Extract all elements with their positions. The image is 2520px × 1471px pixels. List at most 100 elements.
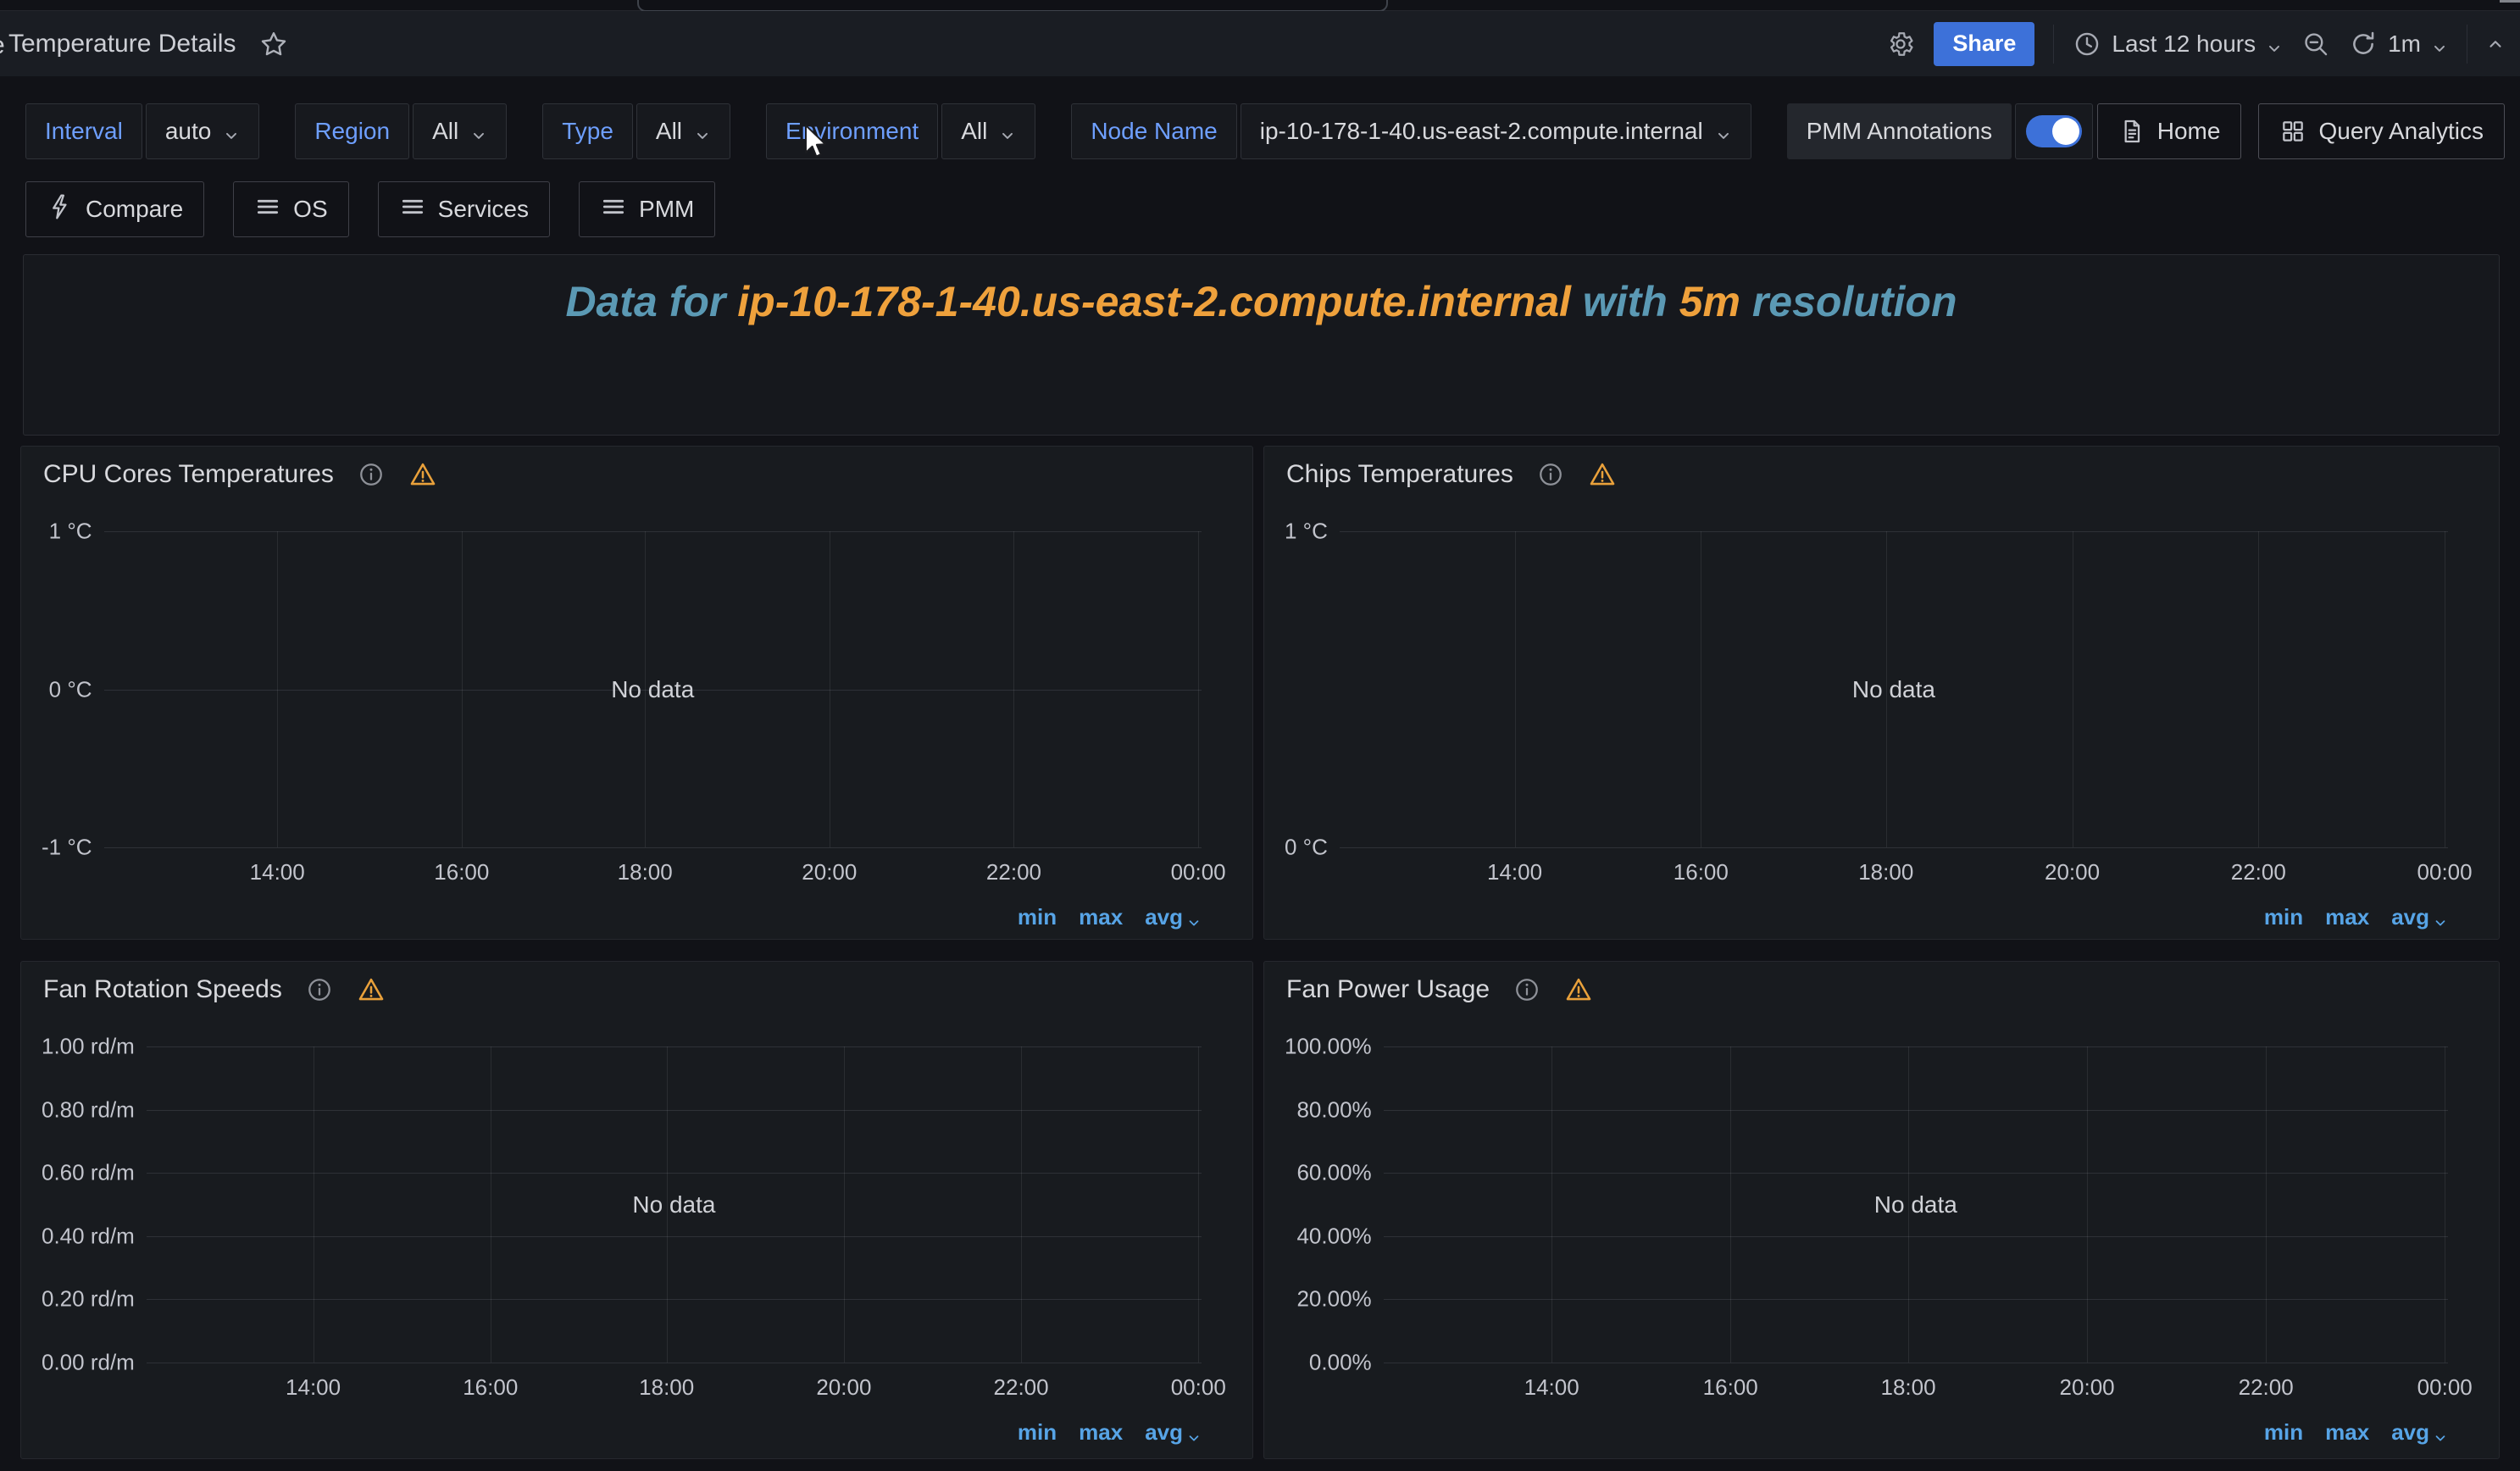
favorite-star-icon[interactable] xyxy=(259,30,288,58)
compare-button[interactable]: Compare xyxy=(25,181,204,237)
warning-icon[interactable] xyxy=(408,460,437,489)
panel-cpu-cores-temperatures: CPU Cores Temperatures-1 °C1 °C0 °C-1 °C… xyxy=(20,446,1253,940)
warning-icon[interactable] xyxy=(357,975,386,1004)
y-tick-label: 0.00% xyxy=(1309,1350,1372,1376)
x-tick-label: 14:00 xyxy=(1487,859,1542,885)
h-gridline xyxy=(1384,1173,2448,1174)
quick-links-bar: Compare OS Services PMM xyxy=(25,181,715,237)
legend-item-min[interactable]: min xyxy=(2264,1419,2303,1446)
legend-item-max[interactable]: max xyxy=(1079,904,1123,930)
home-button[interactable]: Home xyxy=(2097,103,2242,159)
zoom-out-icon[interactable] xyxy=(2301,30,2330,58)
x-tick-label: 20:00 xyxy=(802,859,857,885)
x-tick-label: 14:00 xyxy=(250,859,305,885)
variable-value-region[interactable]: All xyxy=(413,103,507,159)
variable-selected-value: All xyxy=(432,118,458,145)
variable-selected-value: auto xyxy=(165,118,212,145)
panel-title-fan-power-usage[interactable]: Fan Power Usage xyxy=(1286,975,1490,1004)
search-bar-clipped[interactable] xyxy=(637,0,1388,12)
page-title[interactable]: Temperature Details xyxy=(8,30,236,58)
y-tick-label: 0 °C xyxy=(1285,835,1328,861)
info-icon[interactable] xyxy=(1513,976,1540,1003)
services-button[interactable]: Services xyxy=(378,181,550,237)
legend-item-min[interactable]: min xyxy=(1018,904,1057,930)
v-gridline xyxy=(1551,1046,1552,1363)
menu-icon xyxy=(399,193,426,226)
info-icon[interactable] xyxy=(306,976,333,1003)
services-button-label: Services xyxy=(438,196,529,223)
variable-value-environment[interactable]: All xyxy=(941,103,1035,159)
x-tick-label: 20:00 xyxy=(2045,859,2100,885)
h-gridline xyxy=(147,1046,1202,1047)
variable-label-node-name[interactable]: Node Name xyxy=(1071,103,1236,159)
info-icon[interactable] xyxy=(1537,461,1564,488)
x-tick-label: 20:00 xyxy=(2060,1374,2115,1401)
panel-title-chips-temperatures[interactable]: Chips Temperatures xyxy=(1286,460,1513,489)
pmm-annotations-group: PMM Annotations xyxy=(1787,103,2093,159)
chevron-up-icon[interactable] xyxy=(2486,35,2505,53)
variable-group-environment: EnvironmentAll xyxy=(766,103,1035,159)
variable-value-type[interactable]: All xyxy=(636,103,730,159)
h-gridline xyxy=(147,1299,1202,1300)
home-button-label: Home xyxy=(2157,118,2221,145)
time-range-picker[interactable]: Last 12 hours xyxy=(2073,30,2283,58)
dashboard-links: Home Query Analytics xyxy=(2097,103,2505,159)
variable-label-type[interactable]: Type xyxy=(542,103,633,159)
clock-icon xyxy=(2073,30,2101,58)
x-tick-label: 18:00 xyxy=(639,1374,694,1401)
y-tick-label: 20.00% xyxy=(1296,1286,1371,1313)
refresh-picker[interactable]: 1m xyxy=(2349,30,2448,58)
legend-item-avg[interactable]: avg xyxy=(2391,904,2448,930)
h-gridline xyxy=(104,847,1202,848)
os-button[interactable]: OS xyxy=(233,181,348,237)
warning-icon[interactable] xyxy=(1588,460,1617,489)
variable-label-environment[interactable]: Environment xyxy=(766,103,938,159)
variable-value-interval[interactable]: auto xyxy=(146,103,260,159)
legend-item-min[interactable]: min xyxy=(1018,1419,1057,1446)
panel-chips-temperatures: Chips Temperatures 1 °C1 °C0 °CNo data14:… xyxy=(1263,446,2500,940)
plot-area: No data14:0016:0018:0020:0022:0000:00 xyxy=(104,531,1202,847)
variable-selected-value: ip-10-178-1-40.us-east-2.compute.interna… xyxy=(1260,118,1703,145)
legend-item-label: avg xyxy=(1145,904,1183,930)
legend: minmaxavg xyxy=(1018,1419,1202,1446)
variable-value-node-name[interactable]: ip-10-178-1-40.us-east-2.compute.interna… xyxy=(1241,103,1751,159)
h-gridline xyxy=(1340,531,2448,532)
info-icon[interactable] xyxy=(358,461,385,488)
menu-icon xyxy=(600,193,627,226)
legend-item-max[interactable]: max xyxy=(2325,904,2369,930)
x-tick-label: 00:00 xyxy=(1171,859,1226,885)
legend-item-label: avg xyxy=(2391,1419,2429,1446)
pmm-annotations-toggle[interactable] xyxy=(2026,115,2082,147)
legend-item-min[interactable]: min xyxy=(2264,904,2303,930)
legend-item-max[interactable]: max xyxy=(2325,1419,2369,1446)
variable-group-region: Region All xyxy=(295,103,507,159)
panel-header: Fan Power Usage xyxy=(1286,975,1593,1004)
query-analytics-button[interactable]: Query Analytics xyxy=(2258,103,2505,159)
legend-item-label: avg xyxy=(2391,904,2429,930)
variable-label-region[interactable]: Region xyxy=(295,103,409,159)
warning-icon[interactable] xyxy=(1564,975,1593,1004)
legend-item-avg[interactable]: avg xyxy=(1145,1419,1202,1446)
legend-item-label: max xyxy=(2325,1419,2369,1446)
gear-icon[interactable] xyxy=(1886,30,1915,58)
no-data-label: No data xyxy=(632,1191,715,1218)
refresh-icon[interactable] xyxy=(2349,30,2378,58)
y-axis: 100.00%100.00%80.00%60.00%40.00%20.00%0.… xyxy=(1285,1046,1384,1363)
x-tick-label: 22:00 xyxy=(986,859,1041,885)
h-gridline xyxy=(1384,1046,2448,1047)
x-tick-label: 16:00 xyxy=(434,859,489,885)
legend-item-max[interactable]: max xyxy=(1079,1419,1123,1446)
pmm-button[interactable]: PMM xyxy=(579,181,715,237)
variable-label-interval[interactable]: Interval xyxy=(25,103,142,159)
no-data-label: No data xyxy=(1852,676,1935,703)
panel-title-cpu-cores-temperatures[interactable]: CPU Cores Temperatures xyxy=(43,460,334,489)
legend-item-label: max xyxy=(1079,1419,1123,1446)
legend-item-avg[interactable]: avg xyxy=(1145,904,1202,930)
plot-area: No data14:0016:0018:0020:0022:0000:00 xyxy=(1384,1046,2448,1363)
no-data-label: No data xyxy=(611,676,694,703)
panel-title-fan-rotation-speeds[interactable]: Fan Rotation Speeds xyxy=(43,975,282,1004)
chart-area: 1 °C1 °C0 °CNo data14:0016:0018:0020:002… xyxy=(1285,531,2448,847)
share-button[interactable]: Share xyxy=(1934,22,2034,66)
legend-item-avg[interactable]: avg xyxy=(2391,1419,2448,1446)
chevron-down-icon xyxy=(999,123,1016,140)
